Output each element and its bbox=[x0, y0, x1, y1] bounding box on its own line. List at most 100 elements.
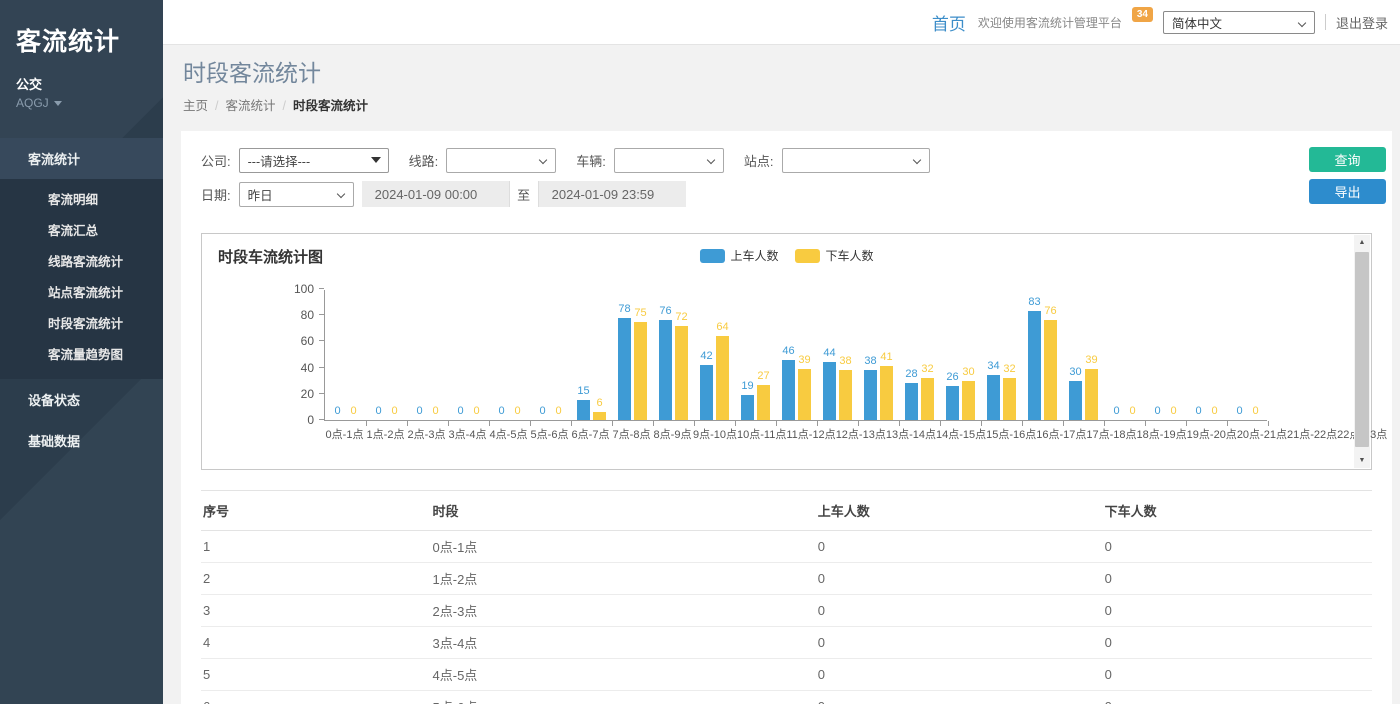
legend-item[interactable]: 上车人数 bbox=[699, 247, 778, 264]
export-button[interactable]: 导出 bbox=[1309, 179, 1386, 204]
bar: 78 bbox=[618, 318, 631, 420]
date-label: 日期: bbox=[201, 185, 231, 204]
table-cell: 3 bbox=[201, 595, 431, 627]
breadcrumb: 主页/客流统计/时段客流统计 bbox=[183, 95, 1400, 114]
bar-value-label: 0 bbox=[416, 405, 422, 417]
bar: 15 bbox=[577, 400, 590, 420]
company-select[interactable]: ---请选择--- bbox=[239, 148, 389, 173]
bar-value-label: 44 bbox=[823, 347, 835, 359]
company-selected-value: ---请选择--- bbox=[248, 151, 310, 170]
sidebar-item[interactable]: 线路客流统计 bbox=[0, 245, 163, 276]
bar-value-label: 0 bbox=[498, 405, 504, 417]
date-preset-select[interactable]: 昨日 bbox=[239, 182, 354, 207]
table-cell: 0 bbox=[816, 627, 1103, 659]
date-to-input[interactable]: 2024-01-09 23:59 bbox=[539, 181, 686, 207]
station-select[interactable] bbox=[782, 148, 930, 173]
sidebar-item[interactable]: 时段客流统计 bbox=[0, 307, 163, 338]
bar-group: 156 bbox=[571, 290, 612, 420]
scrollbar-up-arrow-icon[interactable]: ▲ bbox=[1354, 235, 1370, 250]
y-axis-tick-label: 60 bbox=[301, 334, 314, 348]
language-select[interactable]: 简体中文 bbox=[1163, 11, 1315, 34]
app-brand: 客流统计 bbox=[0, 0, 163, 58]
sidebar-section-1[interactable]: 设备状态 bbox=[0, 379, 163, 420]
table-cell: 3点-4点 bbox=[431, 627, 816, 659]
org-selector[interactable]: AQGJ bbox=[16, 96, 163, 110]
sidebar-item[interactable]: 站点客流统计 bbox=[0, 276, 163, 307]
x-axis-category-label: 4点-5点 bbox=[490, 426, 528, 442]
y-axis-tick-mark bbox=[319, 419, 324, 420]
table-cell: 0 bbox=[1103, 659, 1372, 691]
topbar: 首页 欢迎使用客流统计管理平台 34 简体中文 退出登录 bbox=[163, 0, 1400, 45]
bar-group: 7672 bbox=[653, 290, 694, 420]
bar-group: 00 bbox=[407, 290, 448, 420]
chart-vertical-scrollbar[interactable]: ▲ ▼ bbox=[1354, 235, 1370, 468]
table-header-cell: 下车人数 bbox=[1103, 491, 1372, 531]
bar: 76 bbox=[659, 320, 672, 420]
x-axis-category-label: 21点-22点 bbox=[1287, 426, 1337, 442]
bar-group: 00 bbox=[325, 290, 366, 420]
x-axis-category: 5点-6点 bbox=[529, 426, 570, 442]
logout-link[interactable]: 退出登录 bbox=[1336, 13, 1388, 32]
bar: 38 bbox=[864, 370, 877, 420]
y-axis-tick-mark bbox=[319, 393, 324, 394]
x-axis-category-label: 18点-19点 bbox=[1137, 426, 1187, 442]
x-axis-category: 10点-11点 bbox=[737, 426, 786, 442]
table-cell: 0 bbox=[1103, 691, 1372, 704]
y-axis-tick-mark bbox=[319, 314, 324, 315]
bar-value-label: 83 bbox=[1028, 296, 1040, 308]
bar-value-label: 0 bbox=[473, 405, 479, 417]
x-axis-category-label: 19点-20点 bbox=[1187, 426, 1237, 442]
table-cell: 0 bbox=[1103, 531, 1372, 563]
vehicle-label: 车辆: bbox=[576, 151, 606, 170]
table-cell: 0 bbox=[816, 659, 1103, 691]
breadcrumb-link[interactable]: 主页 bbox=[183, 99, 208, 113]
scrollbar-down-arrow-icon[interactable]: ▼ bbox=[1354, 453, 1370, 468]
sidebar-section-0[interactable]: 客流统计 bbox=[0, 138, 163, 179]
sidebar-item[interactable]: 客流量趋势图 bbox=[0, 338, 163, 369]
bar-value-label: 76 bbox=[1044, 305, 1056, 317]
legend-swatch bbox=[699, 249, 724, 263]
legend-item[interactable]: 下车人数 bbox=[795, 247, 874, 264]
bar-value-label: 76 bbox=[659, 305, 671, 317]
vehicle-select[interactable] bbox=[614, 148, 724, 173]
bar-value-label: 0 bbox=[334, 405, 340, 417]
home-link[interactable]: 首页 bbox=[932, 10, 966, 35]
x-axis-category: 8点-9点 bbox=[652, 426, 693, 442]
bar: 34 bbox=[987, 375, 1000, 420]
table-cell: 0 bbox=[1103, 563, 1372, 595]
bar-value-label: 0 bbox=[1211, 405, 1217, 417]
y-axis-tick-mark bbox=[319, 340, 324, 341]
bar-value-label: 28 bbox=[905, 368, 917, 380]
table-cell: 0 bbox=[1103, 627, 1372, 659]
station-label: 站点: bbox=[744, 151, 774, 170]
table-row: 65点-6点00 bbox=[201, 691, 1372, 704]
x-axis-category: 13点-14点 bbox=[886, 426, 936, 442]
x-axis-category-label: 6点-7点 bbox=[572, 426, 610, 442]
triangle-down-icon bbox=[371, 157, 381, 163]
y-axis-tick-label: 0 bbox=[307, 413, 314, 427]
bar-group: 00 bbox=[1104, 290, 1145, 420]
bar: 44 bbox=[823, 362, 836, 420]
x-axis-category-label: 20点-21点 bbox=[1237, 426, 1287, 442]
x-axis-category-label: 16点-17点 bbox=[1036, 426, 1086, 442]
bar-value-label: 0 bbox=[457, 405, 463, 417]
line-label: 线路: bbox=[409, 151, 439, 170]
query-button[interactable]: 查询 bbox=[1309, 147, 1386, 172]
x-axis-category: 7点-8点 bbox=[611, 426, 652, 442]
bar: 42 bbox=[700, 365, 713, 420]
org-name: 公交 bbox=[16, 74, 163, 93]
sidebar-item[interactable]: 客流汇总 bbox=[0, 214, 163, 245]
chart-title: 时段车流统计图 bbox=[218, 246, 323, 267]
scrollbar-thumb[interactable] bbox=[1355, 252, 1369, 447]
sidebar-item[interactable]: 客流明细 bbox=[0, 183, 163, 214]
bar-group: 3432 bbox=[981, 290, 1022, 420]
x-axis-labels: 0点-1点1点-2点2点-3点3点-4点4点-5点5点-6点6点-7点7点-8点… bbox=[324, 426, 1387, 442]
bar: 72 bbox=[675, 326, 688, 420]
date-from-input[interactable]: 2024-01-09 00:00 bbox=[362, 181, 509, 207]
breadcrumb-link[interactable]: 客流统计 bbox=[226, 99, 276, 113]
sidebar-section-2[interactable]: 基础数据 bbox=[0, 420, 163, 461]
bar-group: 00 bbox=[1227, 290, 1268, 420]
line-select[interactable] bbox=[446, 148, 556, 173]
company-label: 公司: bbox=[201, 151, 231, 170]
date-preset-value: 昨日 bbox=[248, 185, 273, 204]
